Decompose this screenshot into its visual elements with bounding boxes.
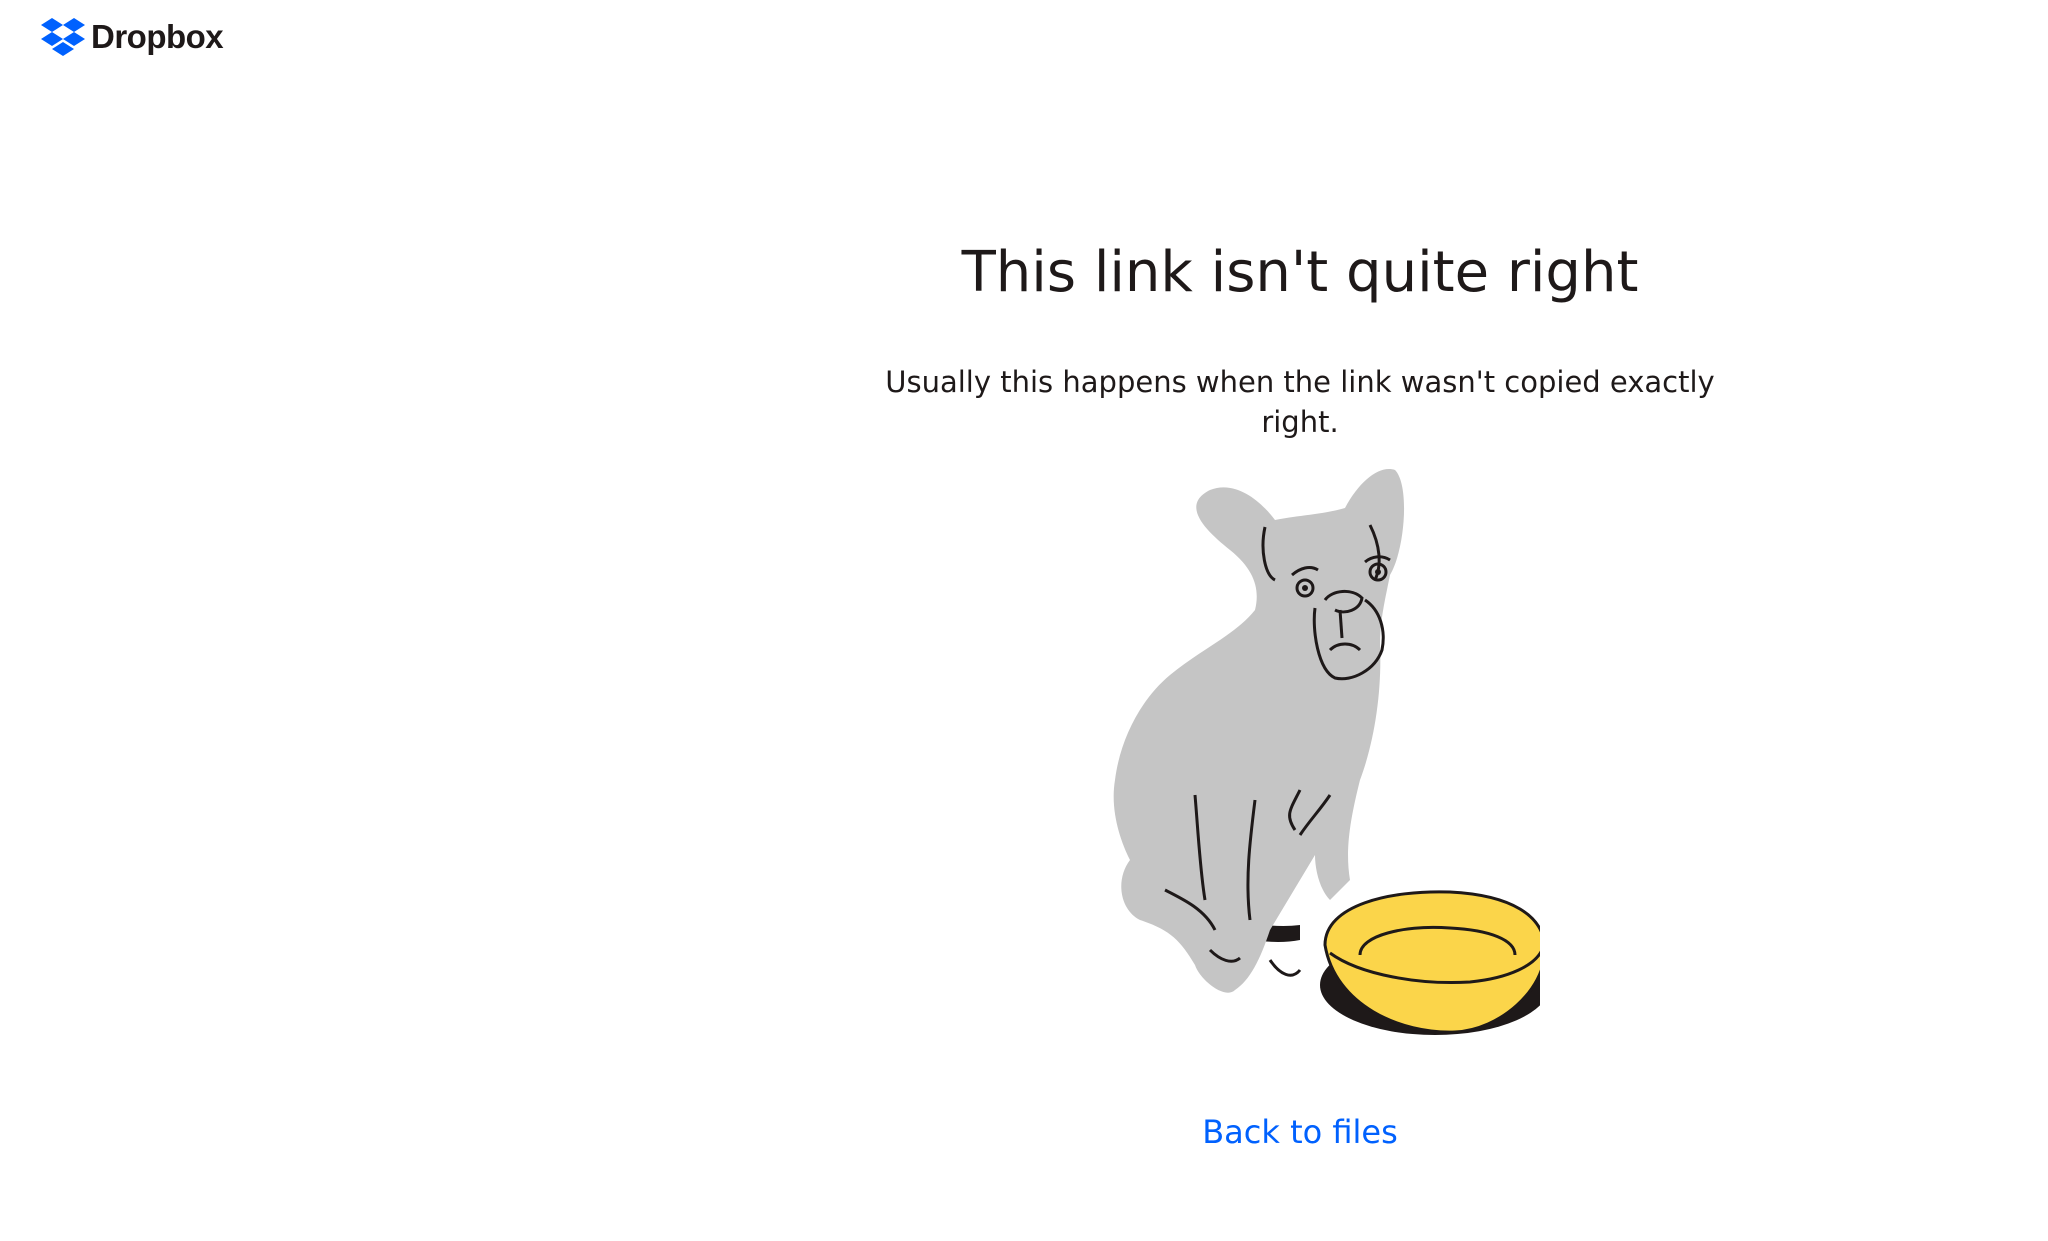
dropbox-home-link[interactable]: Dropbox xyxy=(41,18,224,56)
sad-dog-with-empty-bowl-illustration xyxy=(1113,469,1540,1035)
brand-name: Dropbox xyxy=(91,18,224,55)
page-subtitle: Usually this happens when the link wasn'… xyxy=(885,365,1715,439)
dropbox-logo-icon xyxy=(41,18,85,56)
back-to-files-link[interactable]: Back to files xyxy=(1160,1110,1440,1154)
page-title: This link isn't quite right xyxy=(961,240,1639,305)
error-page: Dropbox This link isn't quite right Usua… xyxy=(0,0,2048,1241)
